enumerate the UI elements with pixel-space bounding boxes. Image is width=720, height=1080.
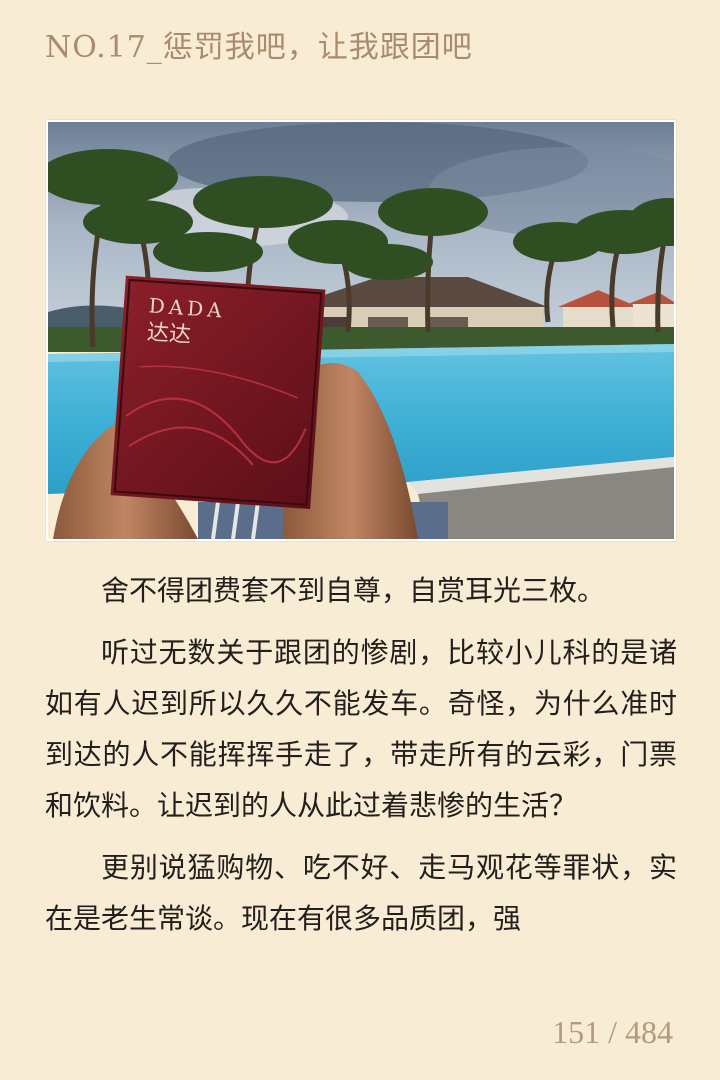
- paragraph: 听过无数关于跟团的惨剧，比较小儿科的是诸如有人迟到所以久久不能发车。奇怪，为什么…: [45, 636, 677, 822]
- chapter-title: NO.17_惩罚我吧，让我跟团吧: [45, 30, 473, 65]
- body-text: 舍不得团费套不到自尊，自赏耳光三枚。 听过无数关于跟团的惨剧，比较小儿科的是诸如…: [45, 565, 677, 955]
- paragraph: 更别说猛购物、吃不好、走马观花等罪状，实在是老生常谈。现在有很多品质团，强: [45, 851, 677, 935]
- paragraph: 舍不得团费套不到自尊，自赏耳光三枚。: [101, 574, 606, 607]
- photo: DADA 达达: [46, 120, 676, 541]
- page-number: 151 / 484: [552, 1014, 673, 1050]
- book-title-cn: 达达: [146, 320, 192, 348]
